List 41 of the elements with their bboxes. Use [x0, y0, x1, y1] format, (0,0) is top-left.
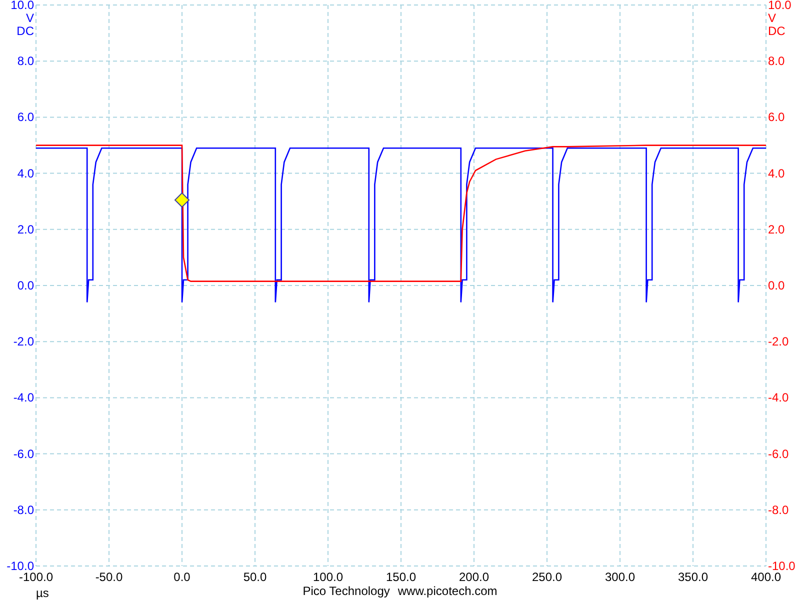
y-axis-label: 0.0: [768, 278, 785, 292]
axis-unit-label: V: [26, 11, 34, 25]
axis-unit-label: µs: [36, 586, 49, 600]
y-axis-label: 8.0: [17, 54, 34, 68]
website-link[interactable]: www.picotech.com: [398, 584, 498, 600]
x-axis-label: 50.0: [243, 570, 267, 584]
y-axis-label: 6.0: [17, 110, 34, 124]
y-axis-label: -2.0: [768, 334, 789, 349]
y-axis-label: -6.0: [13, 446, 34, 461]
x-axis-label: 100.0: [312, 570, 344, 584]
y-axis-label: 10.0: [10, 0, 34, 12]
x-axis-label: 0.0: [174, 570, 190, 584]
y-axis-label: -8.0: [768, 502, 789, 517]
x-axis-label: 250.0: [532, 570, 562, 584]
company-name: Pico Technology: [302, 584, 390, 600]
y-axis-label: 4.0: [17, 166, 34, 180]
x-axis-label: 200.0: [458, 570, 490, 584]
y-axis-label: -6.0: [768, 446, 789, 461]
y-axis-label: 6.0: [768, 110, 785, 124]
y-axis-label: 2.0: [17, 222, 34, 236]
y-axis-label: 10.0: [768, 0, 792, 12]
y-axis-label: -4.0: [768, 390, 789, 405]
axis-unit-label: DC: [768, 24, 786, 38]
y-axis-label: -4.0: [13, 390, 34, 405]
x-axis-label: 300.0: [604, 570, 636, 584]
y-axis-label: -2.0: [13, 334, 34, 349]
x-axis-label: 400.0: [750, 570, 782, 584]
y-axis-label: 0.0: [17, 278, 34, 292]
x-axis-label: 150.0: [386, 570, 416, 584]
axis-unit-label: DC: [16, 24, 34, 38]
y-axis-label: 8.0: [768, 54, 785, 68]
y-axis-label: 2.0: [768, 222, 785, 236]
y-axis-label: -8.0: [13, 502, 34, 517]
trigger-marker[interactable]: [174, 192, 190, 208]
x-axis-label: 350.0: [678, 570, 708, 584]
x-axis-label: -100.0: [18, 570, 54, 584]
y-axis-label: 4.0: [768, 166, 785, 180]
y-axis-label: -10.0: [6, 559, 34, 573]
y-axis-label: -10.0: [768, 559, 796, 573]
axis-unit-label: V: [768, 11, 776, 25]
x-axis-label: -50.0: [95, 570, 123, 584]
